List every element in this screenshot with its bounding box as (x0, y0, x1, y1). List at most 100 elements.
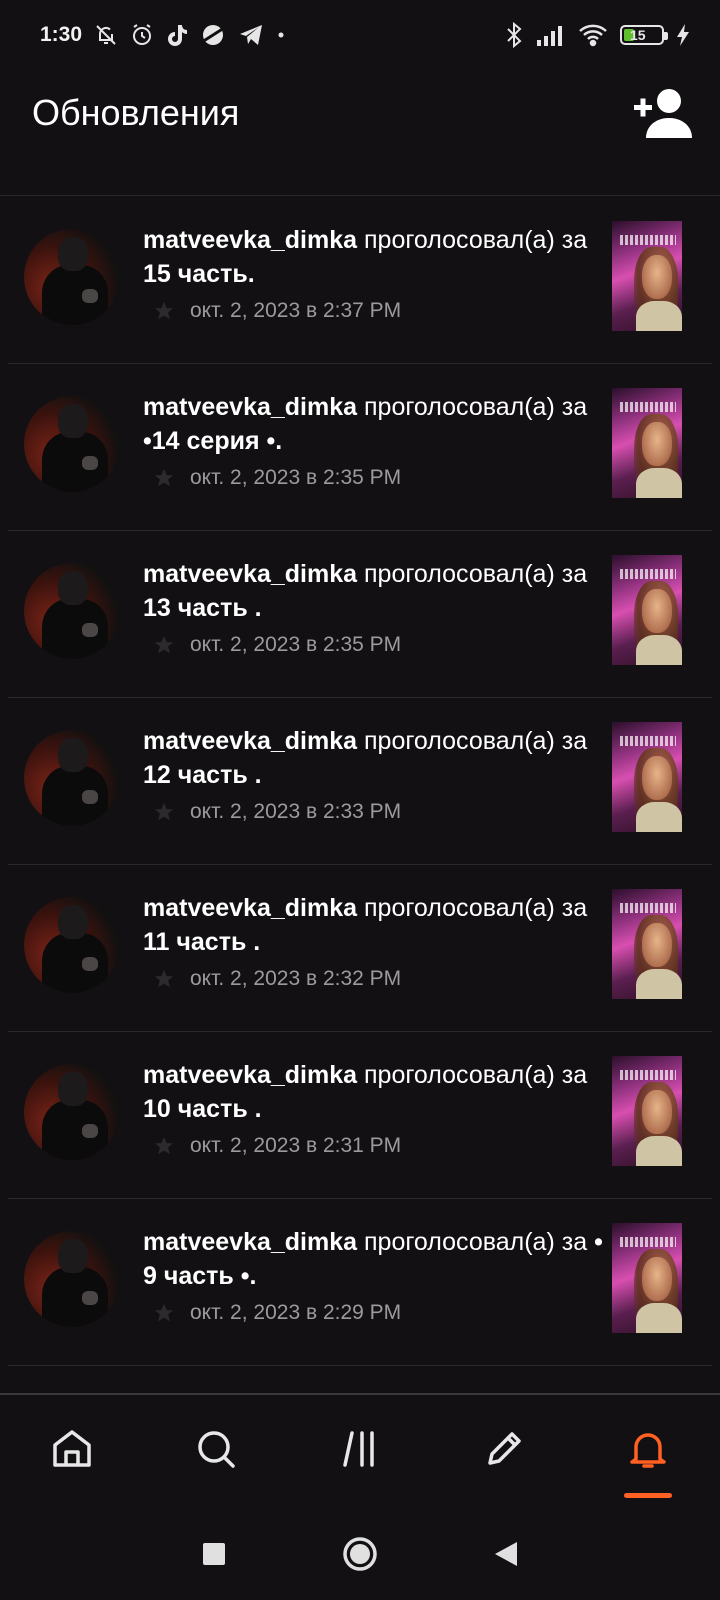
part-title[interactable]: •14 серия •. (143, 427, 282, 455)
notification-meta: окт. 2, 2023 в 2:35 PM (153, 466, 401, 490)
notifications-icon (630, 1433, 666, 1468)
timestamp: окт. 2, 2023 в 2:37 PM (190, 299, 402, 322)
part-title[interactable]: 13 часть . (143, 594, 262, 622)
notification-text: matveevka_dimka проголосовал(а) за 13 ча… (143, 557, 603, 625)
action-text: проголосовал(а) (364, 1228, 555, 1256)
timestamp: окт. 2, 2023 в 2:33 PM (190, 800, 402, 823)
back-button[interactable] (433, 1540, 579, 1568)
telegram-icon (240, 25, 263, 45)
avatar[interactable] (24, 730, 120, 826)
home-icon (53, 1430, 91, 1467)
part-title[interactable]: 15 часть. (143, 260, 255, 288)
search-icon (198, 1431, 235, 1468)
part-title[interactable]: 11 часть . (143, 928, 260, 956)
username[interactable]: matveevka_dimka (143, 393, 357, 421)
status-system-icons: 15 (504, 20, 690, 50)
notification-text: matveevka_dimka проголосовал(а) за • 9 ч… (143, 1225, 603, 1293)
username[interactable]: matveevka_dimka (143, 1061, 357, 1089)
prefix-text: за (561, 226, 588, 254)
notification-meta: окт. 2, 2023 в 2:35 PM (153, 633, 401, 657)
notification-item[interactable]: matveevka_dimka проголосовал(а) за • 9 ч… (8, 1199, 712, 1366)
notification-text: matveevka_dimka проголосовал(а) за 10 ча… (143, 1058, 603, 1126)
username[interactable]: matveevka_dimka (143, 226, 357, 254)
star-icon (154, 468, 174, 487)
nav-write[interactable] (432, 1395, 576, 1508)
bell-off-icon (96, 25, 116, 45)
avatar[interactable] (24, 1231, 120, 1327)
notification-text: matveevka_dimka проголосовал(а) за •14 с… (143, 390, 603, 458)
notification-item[interactable]: matveevka_dimka проголосовал(а) за 12 ча… (8, 698, 712, 865)
prefix-text: за (561, 393, 588, 421)
notification-item[interactable]: matveevka_dimka проголосовал(а) за 13 ча… (8, 531, 712, 698)
part-title[interactable]: 12 часть . (143, 761, 262, 789)
story-cover[interactable] (612, 221, 682, 331)
story-cover[interactable] (612, 722, 682, 832)
story-cover[interactable] (612, 1056, 682, 1166)
action-text: проголосовал(а) (364, 560, 555, 588)
page-title: Обновления (32, 92, 240, 133)
timestamp: окт. 2, 2023 в 2:29 PM (190, 1301, 402, 1324)
star-icon (154, 301, 174, 320)
story-cover[interactable] (612, 555, 682, 665)
star-icon (154, 802, 174, 821)
prefix-text: за (561, 1228, 588, 1256)
recents-button[interactable] (141, 1541, 287, 1567)
notification-item[interactable]: matveevka_dimka проголосовал(а) за 11 ча… (8, 865, 712, 1032)
action-text: проголосовал(а) (364, 1061, 555, 1089)
notification-meta: окт. 2, 2023 в 2:37 PM (153, 299, 401, 323)
prefix-text: за (561, 560, 588, 588)
status-bar: 1:30 15 (0, 0, 720, 70)
nav-search[interactable] (144, 1395, 288, 1508)
story-cover[interactable] (612, 388, 682, 498)
timestamp: окт. 2, 2023 в 2:35 PM (190, 466, 402, 489)
star-icon (154, 1136, 174, 1155)
notification-item[interactable]: matveevka_dimka проголосовал(а) за 15 ча… (8, 197, 712, 364)
username[interactable]: matveevka_dimka (143, 1228, 357, 1256)
notification-meta: окт. 2, 2023 в 2:32 PM (153, 967, 401, 991)
avatar[interactable] (24, 1064, 120, 1160)
charging-icon (677, 24, 689, 46)
nav-notifications[interactable] (576, 1395, 720, 1508)
part-title[interactable]: 10 часть . (143, 1095, 262, 1123)
avatar[interactable] (24, 229, 120, 325)
planet-icon (201, 25, 225, 45)
story-cover[interactable] (612, 1223, 682, 1333)
star-icon (154, 1303, 174, 1322)
star-icon (154, 635, 174, 654)
circle-icon (343, 1537, 377, 1571)
add-user-icon (634, 89, 692, 138)
bluetooth-icon (507, 22, 522, 48)
username[interactable]: matveevka_dimka (143, 560, 357, 588)
action-text: проголосовал(а) (364, 393, 555, 421)
action-text: проголосовал(а) (364, 727, 555, 755)
alarm-icon (133, 24, 152, 45)
add-user-button[interactable] (632, 84, 694, 140)
bottom-navigation (0, 1393, 720, 1508)
avatar[interactable] (24, 563, 120, 659)
write-icon (488, 1432, 521, 1465)
story-cover[interactable] (612, 889, 682, 999)
username[interactable]: matveevka_dimka (143, 894, 357, 922)
library-icon (343, 1431, 374, 1467)
tiktok-icon (168, 25, 188, 46)
notification-meta: окт. 2, 2023 в 2:29 PM (153, 1301, 401, 1325)
home-button[interactable] (287, 1535, 433, 1573)
notification-text: matveevka_dimka проголосовал(а) за 12 ча… (143, 724, 603, 792)
notification-meta: окт. 2, 2023 в 2:31 PM (153, 1134, 401, 1158)
avatar[interactable] (24, 396, 120, 492)
battery-icon: 15 (620, 25, 668, 45)
signal-icon (537, 26, 562, 46)
notifications-list: matveevka_dimka проголосовал(а) за 15 ча… (8, 197, 712, 1366)
avatar[interactable] (24, 897, 120, 993)
prefix-text: за (561, 727, 588, 755)
nav-library[interactable] (288, 1395, 432, 1508)
notification-item[interactable]: matveevka_dimka проголосовал(а) за 10 ча… (8, 1032, 712, 1199)
nav-home[interactable] (0, 1395, 144, 1508)
username[interactable]: matveevka_dimka (143, 727, 357, 755)
action-text: проголосовал(а) (364, 226, 555, 254)
action-text: проголосовал(а) (364, 894, 555, 922)
notification-item[interactable]: matveevka_dimka проголосовал(а) за •14 с… (8, 364, 712, 531)
active-tab-indicator (624, 1493, 672, 1498)
timestamp: окт. 2, 2023 в 2:32 PM (190, 967, 402, 990)
prefix-text: за (561, 1061, 588, 1089)
